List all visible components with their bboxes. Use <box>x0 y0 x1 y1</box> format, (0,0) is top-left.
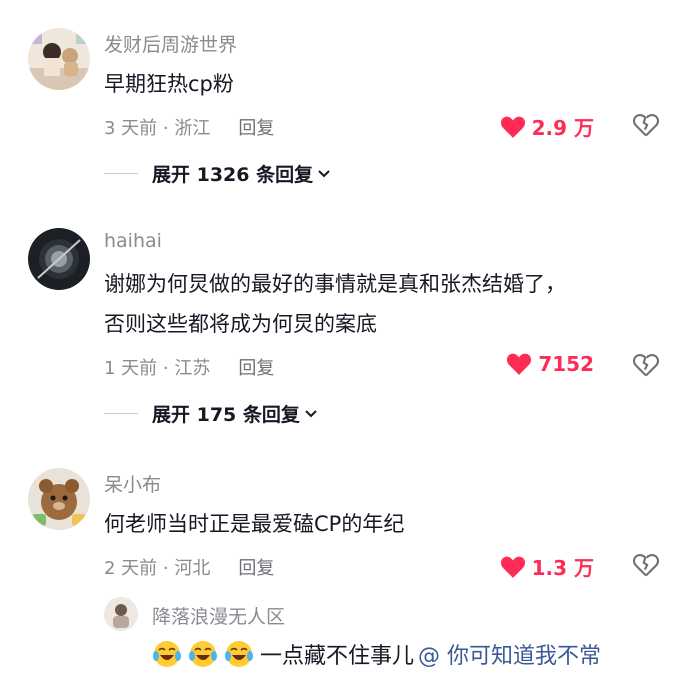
like-button[interactable]: 2.9 万 <box>500 112 594 141</box>
avatar[interactable] <box>104 597 138 631</box>
like-button[interactable]: 1.3 万 <box>500 552 594 581</box>
mention-link[interactable]: @ 你可知道我不常 <box>418 638 601 670</box>
comment-meta: 3 天前 · 浙江 回复 <box>104 114 274 140</box>
time-location: 2 天前 · 河北 <box>104 558 211 579</box>
reply-text: 一点藏不住事儿 @ 你可知道我不常 <box>152 638 601 670</box>
laughing-tears-emoji <box>189 641 217 667</box>
laughing-tears-emoji <box>225 641 253 667</box>
like-button[interactable]: 7152 <box>506 352 594 376</box>
chevron-down-icon <box>318 169 330 177</box>
reply-text-body: 一点藏不住事儿 <box>260 644 415 669</box>
username[interactable]: 发财后周游世界 <box>104 30 237 57</box>
like-count: 1.3 万 <box>531 556 594 580</box>
expand-replies-button[interactable]: 展开 175 条回复 <box>104 400 318 427</box>
heart-icon <box>507 353 532 375</box>
heart-icon <box>500 116 525 138</box>
username[interactable]: 降落浪漫无人区 <box>152 602 285 629</box>
broken-heart-icon <box>632 114 660 137</box>
expand-label: 展开 1326 条回复 <box>152 164 314 186</box>
comment-text: 早期狂热cp粉 <box>104 72 234 96</box>
like-count: 7152 <box>538 352 594 376</box>
username[interactable]: 呆小布 <box>104 470 161 497</box>
time-location: 3 天前 · 浙江 <box>104 118 211 139</box>
avatar[interactable] <box>28 28 90 90</box>
expand-label: 展开 175 条回复 <box>152 404 300 426</box>
comment-text: 何老师当时正是最爱磕CP的年纪 <box>104 512 405 536</box>
time-location: 1 天前 · 江苏 <box>104 358 211 379</box>
dislike-button[interactable] <box>632 352 660 382</box>
divider-line <box>104 173 138 174</box>
dislike-button[interactable] <box>632 112 660 142</box>
expand-replies-button[interactable]: 展开 1326 条回复 <box>104 160 331 187</box>
reply-button[interactable]: 回复 <box>238 354 274 380</box>
like-count: 2.9 万 <box>531 116 594 140</box>
reply-button[interactable]: 回复 <box>238 114 274 140</box>
avatar[interactable] <box>28 228 90 290</box>
dislike-button[interactable] <box>632 552 660 582</box>
laughing-tears-emoji <box>153 641 181 667</box>
comment-meta: 2 天前 · 河北 回复 <box>104 554 274 580</box>
broken-heart-icon <box>632 554 660 577</box>
username[interactable]: haihai <box>104 230 162 252</box>
broken-heart-icon <box>632 354 660 377</box>
chevron-down-icon <box>305 409 317 417</box>
comment-text-line-2: 否则这些都将成为何炅的案底 <box>104 312 377 336</box>
comment-meta: 1 天前 · 江苏 回复 <box>104 354 274 380</box>
comment-text-line-1: 谢娜为何炅做的最好的事情就是真和张杰结婚了， <box>104 272 566 296</box>
heart-icon <box>500 556 525 578</box>
avatar[interactable] <box>28 468 90 530</box>
divider-line <box>104 413 138 414</box>
reply-button[interactable]: 回复 <box>238 554 274 580</box>
